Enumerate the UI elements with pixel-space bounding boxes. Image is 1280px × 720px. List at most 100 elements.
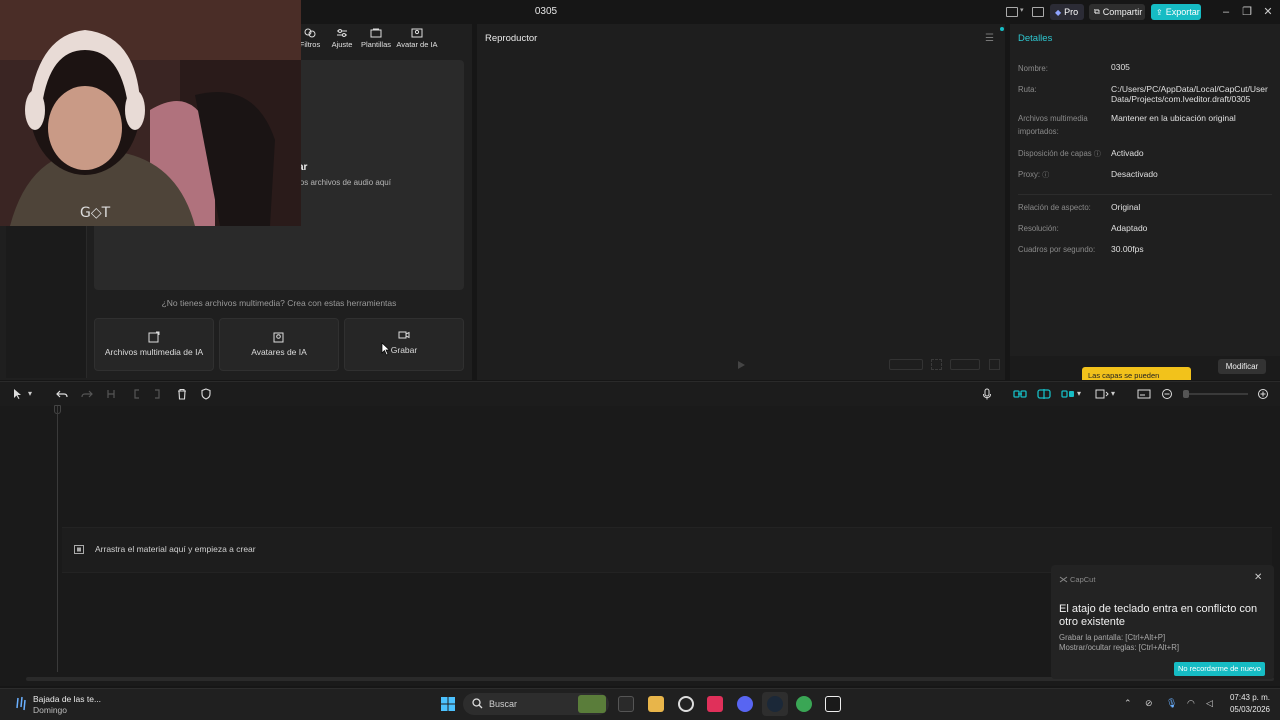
chevron-down-icon[interactable]: ▾ <box>1020 6 1024 14</box>
tool-label: Avatares de IA <box>251 347 307 357</box>
capcut-logo-icon <box>1059 576 1068 583</box>
dont-remind-button[interactable]: No recordarme de nuevo <box>1174 662 1265 676</box>
tab-templates[interactable]: Plantillas <box>354 28 398 50</box>
chevron-down-icon[interactable]: ▾ <box>1111 389 1115 398</box>
notification-title: El atajo de teclado entra en conflicto c… <box>1059 603 1258 628</box>
microphone-tray-icon[interactable]: 🎙 <box>1166 698 1178 710</box>
minimize-icon[interactable]: – <box>1219 5 1233 19</box>
detail-value-aspect: Original <box>1111 202 1141 212</box>
pro-label: Pro <box>1064 7 1079 17</box>
clock-date[interactable]: 05/03/2026 <box>1226 705 1270 714</box>
trim-right-icon[interactable] <box>151 388 163 400</box>
task-view-icon[interactable] <box>618 696 634 712</box>
magnet-icon[interactable] <box>1037 388 1051 400</box>
tiktok-icon[interactable] <box>707 696 723 712</box>
file-explorer-icon[interactable] <box>648 696 664 712</box>
restore-icon[interactable]: ❐ <box>1240 5 1254 19</box>
modify-button[interactable]: Modificar <box>1218 359 1266 374</box>
tab-ai-avatar[interactable]: Avatar de IA <box>395 28 439 50</box>
quality-button[interactable] <box>889 359 923 370</box>
search-highlight-icon[interactable] <box>578 695 606 713</box>
detail-value-name: 0305 <box>1111 62 1130 72</box>
share-label: Compartir <box>1102 7 1143 17</box>
export-icon: ⇪ <box>1156 7 1163 17</box>
zoom-in-icon[interactable] <box>1257 388 1269 400</box>
layout-icon[interactable] <box>1006 7 1018 17</box>
microphone-icon[interactable] <box>981 388 993 400</box>
taskbar <box>0 688 1280 720</box>
mouse-cursor-icon <box>381 342 391 356</box>
export-label: Exportar <box>1165 7 1200 17</box>
weather-title[interactable]: Bajada de las te... <box>33 694 101 704</box>
shield-icon[interactable] <box>200 388 212 400</box>
ai-media-card[interactable]: Archivos multimedia de IA <box>94 318 214 371</box>
play-icon[interactable] <box>736 360 746 370</box>
network-icon[interactable]: ⊘ <box>1145 698 1157 710</box>
chevron-down-icon[interactable]: ▾ <box>28 389 32 398</box>
split-icon[interactable] <box>105 388 117 400</box>
capcut-icon[interactable] <box>825 696 841 712</box>
link-icon[interactable] <box>1013 388 1027 400</box>
subtitle-icon[interactable] <box>1137 388 1151 400</box>
ratio-button[interactable] <box>950 359 980 370</box>
search-icon <box>472 698 483 709</box>
player-panel <box>477 24 1005 380</box>
detail-label-name: Nombre: <box>1018 64 1048 73</box>
player-title: Reproductor <box>485 33 538 44</box>
wifi-icon[interactable]: ◠ <box>1187 698 1199 710</box>
camera-icon <box>398 331 410 339</box>
zoom-slider-handle[interactable] <box>1183 390 1189 398</box>
steam-icon[interactable] <box>767 696 783 712</box>
details-title: Detalles <box>1018 33 1053 44</box>
tab-label: Avatar de IA <box>396 40 438 49</box>
obs-icon[interactable] <box>678 696 694 712</box>
ai-media-icon <box>148 331 160 343</box>
ai-avatar-icon <box>273 332 284 343</box>
info-icon[interactable]: ⓘ <box>1094 151 1101 158</box>
detail-label-fps: Cuadros por segundo: <box>1018 245 1096 254</box>
close-icon[interactable]: ✕ <box>1261 5 1275 19</box>
export-button[interactable]: ⇪ Exportar <box>1151 4 1201 20</box>
info-icon[interactable]: ⓘ <box>1042 172 1049 179</box>
chevron-up-icon[interactable]: ⌃ <box>1124 698 1136 710</box>
zoom-slider[interactable] <box>1184 393 1248 395</box>
detail-value-proxy: Desactivado <box>1111 169 1158 179</box>
detail-label-proxy: Proxy: ⓘ <box>1018 168 1108 182</box>
close-icon[interactable]: ✕ <box>1254 572 1262 583</box>
ai-avatars-card[interactable]: Avatares de IA <box>219 318 339 371</box>
search-placeholder: Buscar <box>489 699 518 709</box>
undo-icon[interactable] <box>56 388 68 400</box>
tab-label: Ajuste <box>331 40 353 49</box>
preview-axis-icon[interactable] <box>1095 388 1109 400</box>
pro-button[interactable]: ◆ Pro <box>1050 4 1084 20</box>
detail-value-layers: Activado <box>1111 148 1144 158</box>
delete-icon[interactable] <box>176 388 188 400</box>
fullscreen-icon[interactable] <box>989 359 1000 370</box>
detail-label-proxy-text: Proxy: <box>1018 170 1041 179</box>
record-card[interactable]: Grabar <box>344 318 464 371</box>
playhead[interactable] <box>57 406 58 672</box>
drop-subtitle: los archivos de audio aquí <box>298 178 391 187</box>
select-tool-icon[interactable] <box>12 388 24 400</box>
clock-time[interactable]: 07:43 p. m. <box>1226 693 1270 702</box>
notification-app-name: CapCut <box>1070 575 1096 584</box>
rain-icon[interactable] <box>14 696 28 712</box>
chrome-icon[interactable] <box>796 696 812 712</box>
chevron-down-icon[interactable]: ▾ <box>1077 389 1081 398</box>
discord-icon[interactable] <box>737 696 753 712</box>
templates-icon <box>370 28 382 38</box>
zoom-out-icon[interactable] <box>1161 388 1173 400</box>
detail-label-imported: Archivos multimedia importados: <box>1018 114 1088 136</box>
detail-label-layers: Disposición de capas ⓘ <box>1018 147 1108 161</box>
menu-icon[interactable]: ☰ <box>985 33 994 44</box>
volume-icon[interactable]: ◁ <box>1206 698 1218 710</box>
crop-icon[interactable] <box>931 359 942 370</box>
windows-start-icon[interactable] <box>440 696 456 712</box>
trim-left-icon[interactable] <box>131 388 143 400</box>
share-button[interactable]: ⧉ Compartir <box>1089 4 1145 20</box>
snap-icon[interactable] <box>1061 388 1075 400</box>
shortcut-icon[interactable] <box>1032 7 1044 17</box>
tool-label: Archivos multimedia de IA <box>104 347 204 357</box>
redo-icon[interactable] <box>81 388 93 400</box>
share-icon: ⧉ <box>1094 7 1100 16</box>
